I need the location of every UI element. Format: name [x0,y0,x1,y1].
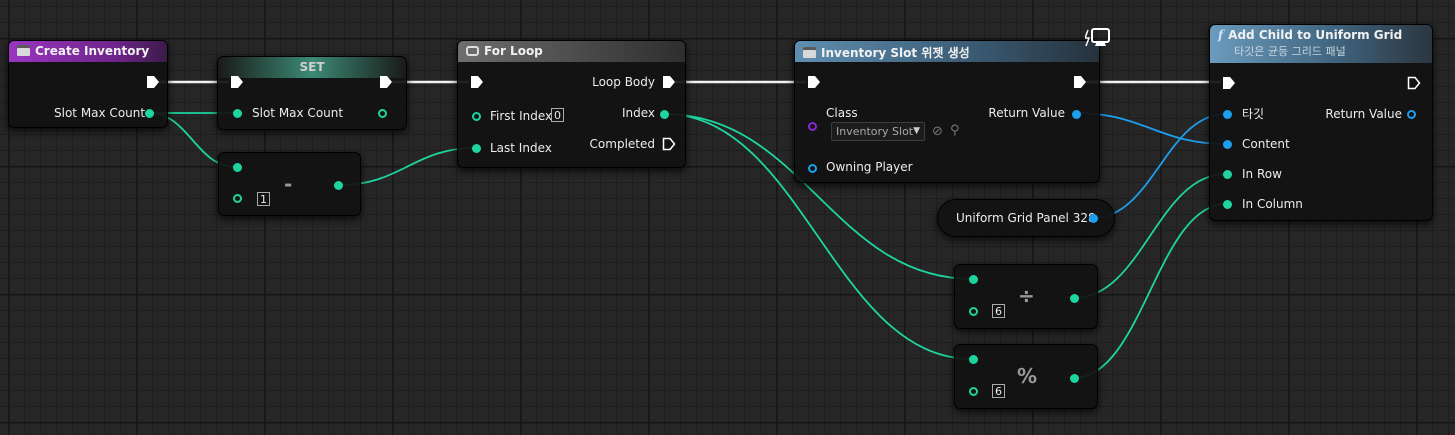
exec-out-pin[interactable] [1073,75,1087,89]
content-in-pin[interactable] [1223,140,1232,149]
target-label: 타깃 [1242,107,1265,121]
slot-max-count-label: Slot Max Count [252,106,344,120]
a-in-pin[interactable] [233,163,242,172]
subtract-node[interactable]: 1 - [218,152,361,216]
widget-icon [803,47,816,58]
class-in-pin[interactable] [808,122,817,131]
b-in-pin[interactable] [969,387,978,396]
result-out-pin[interactable] [334,181,343,190]
in-column-in-pin[interactable] [1223,200,1232,209]
return-value-out-pin[interactable] [1072,110,1081,119]
class-label: Class [826,106,858,120]
modulo-symbol: % [1017,364,1038,388]
divide-node[interactable]: 6 ÷ [954,264,1098,329]
exec-in-pin[interactable] [807,75,821,89]
use-selected-icon[interactable]: ⊘ [932,125,943,139]
node-header: Inventory Slot 위젯 생성 [795,41,1099,62]
node-header: Create Inventory [9,41,167,62]
node-title: Add Child to Uniform Grid [1228,28,1403,42]
monitor-icon [1083,27,1111,49]
loop-body-exec-out-pin[interactable] [662,75,676,89]
last-index-label: Last Index [490,141,552,155]
chevron-down-icon: ▼ [913,126,920,136]
completed-exec-out-pin[interactable] [662,137,676,151]
completed-label: Completed [589,137,655,151]
b-in-pin[interactable] [233,194,242,203]
node-title: Create Inventory [35,44,150,58]
first-index-label: First Index [490,109,553,123]
return-value-label: Return Value [988,106,1065,120]
b-value-box[interactable]: 6 [992,384,1005,398]
b-value-box[interactable]: 1 [257,192,270,206]
class-dropdown-value: Inventory Slot [836,125,914,138]
node-title: Inventory Slot 위젯 생성 [821,46,970,60]
slot-max-count-label: Slot Max Count [54,106,146,120]
index-out-pin[interactable] [660,110,669,119]
owning-player-in-pin[interactable] [808,164,817,173]
subtract-symbol: - [284,172,293,196]
object-wire [1092,113,1227,219]
value-out-pin[interactable] [378,109,387,118]
result-out-pin[interactable] [1070,294,1079,303]
loop-icon [466,46,479,56]
slot-max-count-out-pin[interactable] [145,109,154,118]
create-inventory-event-node[interactable]: Create Inventory Slot Max Count [8,40,168,128]
first-index-in-pin[interactable] [472,112,481,121]
target-in-pin[interactable] [1223,110,1232,119]
owning-player-label: Owning Player [826,160,913,174]
node-title: For Loop [484,44,543,58]
last-index-in-pin[interactable] [472,144,481,153]
exec-in-pin[interactable] [470,75,484,89]
in-column-label: In Column [1242,197,1303,211]
add-child-to-uniform-grid-node[interactable]: f Add Child to Uniform Grid 타깃은 균등 그리드 패널… [1209,24,1433,221]
b-in-pin[interactable] [969,307,978,316]
exec-in-pin[interactable] [230,75,244,89]
class-dropdown[interactable]: Inventory Slot ▼ [831,122,925,141]
a-in-pin[interactable] [969,275,978,284]
index-label: Index [621,106,655,120]
result-out-pin[interactable] [1070,374,1079,383]
exec-in-pin[interactable] [1222,76,1236,90]
function-icon: f [1218,28,1224,42]
node-header: f Add Child to Uniform Grid 타깃은 균등 그리드 패널 [1210,25,1432,63]
grid-panel-label: Uniform Grid Panel 328 [956,211,1096,225]
create-widget-node[interactable]: Inventory Slot 위젯 생성 Class Inventory Slo… [794,40,1100,183]
exec-out-pin[interactable] [379,75,393,89]
node-header: SET [218,57,406,78]
modulo-node[interactable]: 6 % [954,344,1098,409]
uniform-grid-panel-variable-node[interactable]: Uniform Grid Panel 328 [937,199,1115,237]
return-value-label: Return Value [1325,107,1402,121]
in-row-in-pin[interactable] [1223,170,1232,179]
exec-out-pin[interactable] [1407,76,1421,90]
event-icon [17,45,30,56]
a-in-pin[interactable] [969,355,978,364]
browse-search-icon[interactable]: ⚲ [950,124,960,138]
divide-symbol: ÷ [1018,284,1035,308]
loop-body-label: Loop Body [592,75,655,89]
node-subtitle: 타깃은 균등 그리드 패널 [1234,45,1346,58]
set-variable-node[interactable]: SET Slot Max Count [217,56,407,130]
for-loop-node[interactable]: For Loop First Index 0 Last Index Loop B… [457,40,686,168]
node-header: For Loop [458,41,685,62]
grid-panel-out-pin[interactable] [1089,214,1098,223]
exec-out-pin[interactable] [146,75,160,89]
first-index-value-box[interactable]: 0 [551,108,564,122]
content-label: Content [1242,137,1290,151]
in-row-label: In Row [1242,167,1282,181]
b-value-box[interactable]: 6 [992,304,1005,318]
node-title: SET [299,60,325,74]
return-value-out-pin[interactable] [1407,110,1416,119]
slot-max-count-in-pin[interactable] [233,109,242,118]
